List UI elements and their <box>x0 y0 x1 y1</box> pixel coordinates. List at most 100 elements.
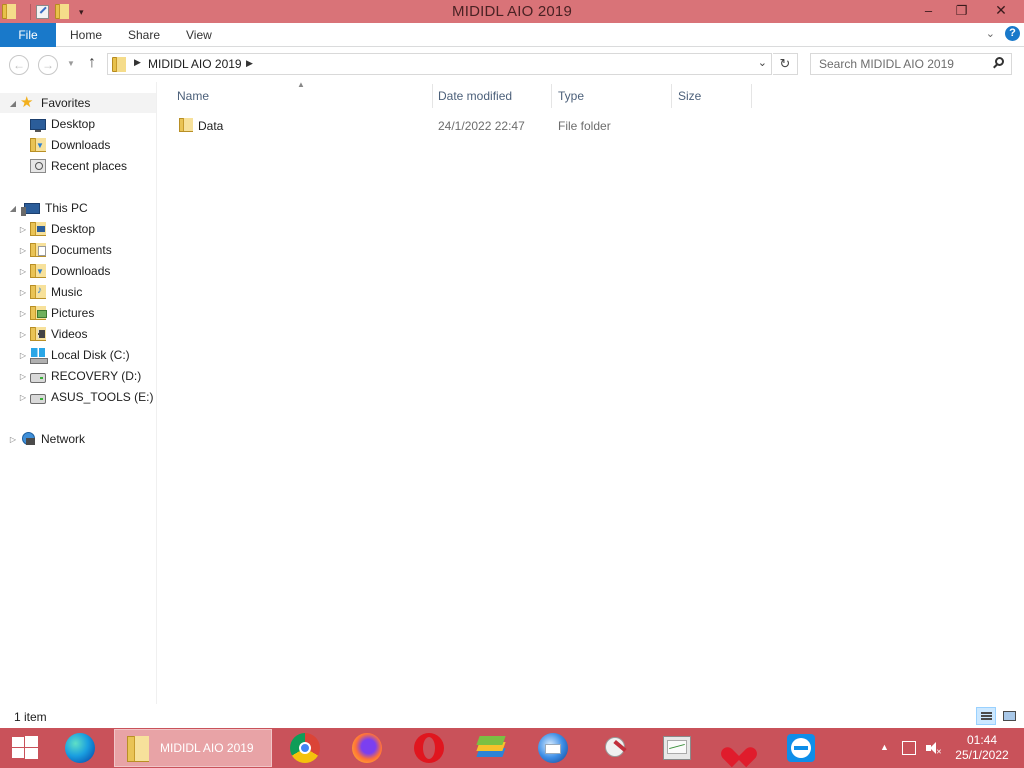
star-icon: ★ <box>20 94 34 111</box>
system-drive-icon <box>30 348 48 364</box>
taskbar-chrome[interactable] <box>287 731 323 765</box>
teamviewer-icon <box>787 734 815 762</box>
tree-pc-recovery[interactable]: ▷ RECOVERY (D:) <box>18 366 141 386</box>
windows-logo-pane <box>25 748 38 759</box>
column-header-size[interactable]: Size <box>678 82 750 110</box>
folder-icon <box>112 57 126 72</box>
forward-button[interactable]: → <box>38 55 58 75</box>
expand-arrow-icon[interactable]: ▷ <box>18 330 28 339</box>
show-hidden-icons-button[interactable]: ▲ <box>880 742 889 752</box>
expand-arrow-icon[interactable]: ▷ <box>18 225 28 234</box>
tree-network[interactable]: ▷ Network <box>8 429 85 449</box>
search-box[interactable] <box>810 53 1012 75</box>
tree-favorites-recent-places[interactable]: Recent places <box>30 156 127 176</box>
tree-favorites[interactable]: ◢ ★ Favorites <box>0 93 156 113</box>
expand-arrow-icon[interactable]: ▷ <box>18 288 28 297</box>
tree-this-pc[interactable]: ◢ This PC <box>8 198 88 218</box>
drive-icon <box>30 393 46 404</box>
minimize-button[interactable]: – <box>912 0 945 21</box>
navigation-pane[interactable]: ◢ ★ Favorites Desktop Downloads Recent p… <box>0 82 157 704</box>
volume-muted-icon[interactable]: ✕ <box>926 741 942 756</box>
tree-label: Videos <box>51 327 88 341</box>
column-divider[interactable] <box>751 84 752 108</box>
collapse-arrow-icon[interactable]: ◢ <box>8 99 18 108</box>
large-icons-view-button[interactable] <box>999 707 1019 725</box>
tree-favorites-downloads[interactable]: Downloads <box>30 135 110 155</box>
up-button[interactable]: ↑ <box>88 54 96 72</box>
tab-home[interactable]: Home <box>70 23 102 47</box>
tree-pc-music[interactable]: ▷ Music <box>18 282 82 302</box>
taskbar-file-explorer-window[interactable]: MIDIDL AIO 2019 <box>114 729 272 767</box>
firefox-icon <box>352 733 382 763</box>
tree-pc-videos[interactable]: ▷ Videos <box>18 324 87 344</box>
refresh-button[interactable]: ↻ <box>773 53 798 75</box>
taskbar-edge[interactable] <box>62 731 98 765</box>
start-button[interactable] <box>12 736 38 760</box>
tree-favorites-desktop[interactable]: Desktop <box>30 114 95 134</box>
taskbar-heart-app[interactable] <box>718 731 760 768</box>
expand-arrow-icon[interactable]: ▷ <box>18 309 28 318</box>
breadcrumb-separator[interactable]: ▶ <box>134 57 141 68</box>
column-divider[interactable] <box>551 84 552 108</box>
tree-pc-pictures[interactable]: ▷ Pictures <box>18 303 94 323</box>
search-input[interactable] <box>811 54 989 74</box>
tree-label: ASUS_TOOLS (E:) <box>51 390 154 404</box>
taskbar-clock[interactable]: 01:44 25/1/2022 <box>954 733 1010 763</box>
videos-icon <box>30 327 46 341</box>
breadcrumb-item[interactable]: MIDIDL AIO 2019 <box>148 57 242 71</box>
search-icon[interactable] <box>993 57 1005 69</box>
recent-locations-dropdown[interactable]: ▼ <box>67 59 75 68</box>
file-row[interactable]: Data 24/1/2022 22:47 File folder <box>172 115 752 137</box>
address-bar[interactable]: ▶ MIDIDL AIO 2019 ▶ ⌄ <box>107 53 772 75</box>
column-header-date-modified[interactable]: Date modified <box>438 82 550 110</box>
tree-pc-asus-tools[interactable]: ▷ ASUS_TOOLS (E:) <box>18 387 154 407</box>
tree-pc-local-disk[interactable]: ▷ Local Disk (C:) <box>18 345 130 365</box>
close-button[interactable]: ✕ <box>978 0 1024 21</box>
file-date-modified: 24/1/2022 22:47 <box>438 119 525 133</box>
collapse-arrow-icon[interactable]: ◢ <box>8 204 18 213</box>
large-icons-view-icon <box>1003 711 1016 721</box>
system-monitor-icon <box>663 736 691 760</box>
file-explorer-icon <box>127 736 149 762</box>
tab-file[interactable]: File <box>0 23 56 47</box>
column-divider[interactable] <box>432 84 433 108</box>
tab-view[interactable]: View <box>186 23 212 47</box>
taskbar-paint-tool[interactable] <box>597 731 633 765</box>
breadcrumb-separator[interactable]: ▶ <box>246 58 253 69</box>
desktop-icon <box>30 119 46 132</box>
taskbar-opera[interactable] <box>411 731 447 765</box>
taskbar-teamviewer[interactable] <box>783 731 819 765</box>
tree-pc-downloads[interactable]: ▷ Downloads <box>18 261 110 281</box>
tree-pc-documents[interactable]: ▷ Documents <box>18 240 112 260</box>
network-status-icon[interactable] <box>902 741 916 755</box>
expand-arrow-icon[interactable]: ▷ <box>8 435 18 444</box>
expand-arrow-icon[interactable]: ▷ <box>18 246 28 255</box>
help-icon[interactable]: ? <box>1005 26 1020 41</box>
taskbar-system-monitor[interactable] <box>659 731 695 765</box>
tab-share[interactable]: Share <box>128 23 160 47</box>
tree-pc-desktop[interactable]: ▷ Desktop <box>18 219 95 239</box>
taskbar-window-label: MIDIDL AIO 2019 <box>160 741 254 755</box>
details-view-icon <box>981 712 992 720</box>
expand-arrow-icon[interactable]: ▷ <box>18 393 28 402</box>
column-divider[interactable] <box>671 84 672 108</box>
expand-arrow-icon[interactable]: ▷ <box>18 372 28 381</box>
title-bar[interactable]: ▾ MIDIDL AIO 2019 – ❐ ✕ <box>0 0 1024 23</box>
column-header-type[interactable]: Type <box>558 82 670 110</box>
address-history-dropdown[interactable]: ⌄ <box>758 56 767 69</box>
windows-logo-icon <box>12 737 24 747</box>
expand-arrow-icon[interactable]: ▷ <box>18 351 28 360</box>
taskbar-thunderbird[interactable] <box>535 731 571 765</box>
expand-arrow-icon[interactable]: ▷ <box>18 267 28 276</box>
pictures-icon <box>30 306 47 320</box>
taskbar-firefox[interactable] <box>349 731 385 765</box>
restore-button[interactable]: ❐ <box>945 0 978 21</box>
details-view-button[interactable] <box>976 707 996 725</box>
column-header-name[interactable]: Name <box>177 82 432 110</box>
file-name: Data <box>198 119 224 133</box>
taskbar-bluestacks[interactable] <box>473 731 509 765</box>
expand-ribbon-icon[interactable]: ⌄ <box>986 27 995 40</box>
navigation-bar: ← → ▼ ↑ ▶ MIDIDL AIO 2019 ▶ ⌄ ↻ <box>0 48 1024 82</box>
status-bar: 1 item <box>0 704 1024 728</box>
back-button[interactable]: ← <box>9 55 29 75</box>
